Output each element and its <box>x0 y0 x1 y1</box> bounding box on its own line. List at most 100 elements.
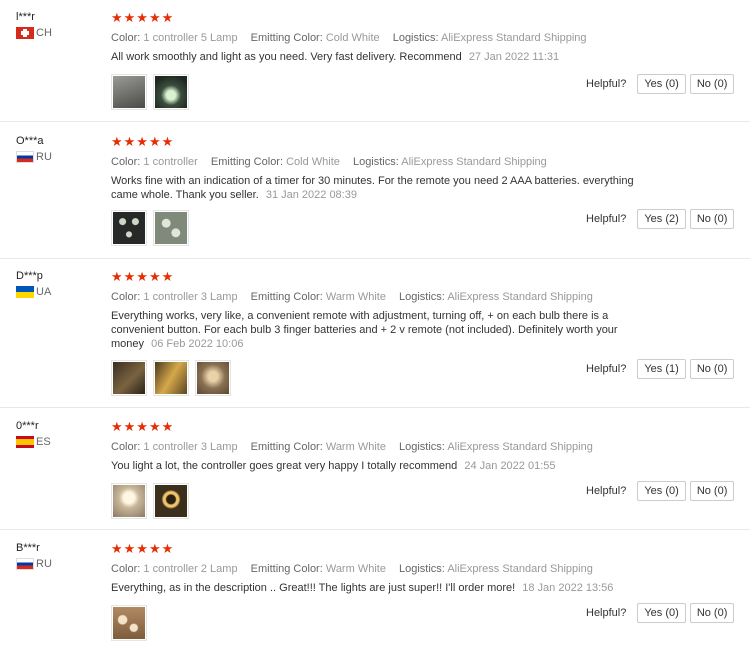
helpful-no-button[interactable]: No (0) <box>689 603 735 623</box>
reviewer-info: l***r CH <box>16 8 52 39</box>
helpful-votes: Helpful? Yes (0) No (0) <box>586 481 735 501</box>
review-item: l***r CH ★★★★★ Color: 1 controller 5 Lam… <box>0 0 750 122</box>
review-photo[interactable] <box>111 210 147 246</box>
review-attributes: Color: 1 controller Emitting Color: Cold… <box>111 155 641 169</box>
review-photo[interactable] <box>111 74 147 110</box>
helpful-yes-button[interactable]: Yes (0) <box>637 603 686 623</box>
helpful-label: Helpful? <box>586 485 627 497</box>
review-body: Works fine with an indication of a timer… <box>111 175 634 201</box>
helpful-yes-button[interactable]: Yes (0) <box>637 481 686 501</box>
logistics-value: AliExpress Standard Shipping <box>447 563 593 575</box>
flag-ch-icon <box>16 27 34 39</box>
emitting-color-label: Emitting Color: <box>250 32 323 44</box>
review-photos <box>111 210 641 246</box>
reviewer-name: l***r <box>16 11 35 23</box>
star-rating: ★★★★★ <box>111 419 175 434</box>
emitting-color-value: Warm White <box>325 441 386 453</box>
country-code: CH <box>36 27 52 39</box>
helpful-label: Helpful? <box>586 607 627 619</box>
review-date: 24 Jan 2022 01:55 <box>464 460 556 472</box>
reviewer-info: B***r RU <box>16 539 52 570</box>
review-photo[interactable] <box>111 483 147 519</box>
logistics-value: AliExpress Standard Shipping <box>447 291 593 303</box>
review-photo[interactable] <box>153 210 189 246</box>
emitting-color-value: Warm White <box>325 563 386 575</box>
photo-image <box>197 362 229 394</box>
color-label: Color: <box>111 156 141 168</box>
logistics-label: Logistics: <box>399 441 445 453</box>
helpful-no-button[interactable]: No (0) <box>689 481 735 501</box>
review-date: 31 Jan 2022 08:39 <box>265 189 357 201</box>
review-photo[interactable] <box>195 360 231 396</box>
helpful-label: Helpful? <box>586 78 627 90</box>
color-label: Color: <box>111 441 141 453</box>
review-text: Everything works, very like, a convenien… <box>111 309 639 351</box>
color-label: Color: <box>111 32 141 44</box>
review-content: ★★★★★ Color: 1 controller 3 Lamp Emittin… <box>111 417 641 519</box>
review-item: O***a RU ★★★★★ Color: 1 controller Emitt… <box>0 122 750 259</box>
star-rating: ★★★★★ <box>111 269 175 284</box>
reviewer-name: O***a <box>16 135 44 147</box>
color-value: 1 controller 3 Lamp <box>143 291 238 303</box>
helpful-votes: Helpful? Yes (0) No (0) <box>586 74 735 94</box>
review-content: ★★★★★ Color: 1 controller 5 Lamp Emittin… <box>111 8 641 110</box>
reviewer-name: B***r <box>16 542 40 554</box>
photo-image <box>113 76 145 108</box>
review-photo[interactable] <box>153 483 189 519</box>
logistics-label: Logistics: <box>399 291 445 303</box>
review-attributes: Color: 1 controller 2 Lamp Emitting Colo… <box>111 562 641 576</box>
color-label: Color: <box>111 563 141 575</box>
review-photo[interactable] <box>153 74 189 110</box>
helpful-label: Helpful? <box>586 363 627 375</box>
review-body: Everything, as in the description .. Gre… <box>111 582 516 594</box>
emitting-color-label: Emitting Color: <box>250 291 323 303</box>
emitting-color-label: Emitting Color: <box>210 156 284 168</box>
logistics-label: Logistics: <box>399 563 445 575</box>
review-text: You light a lot, the controller goes gre… <box>111 459 639 473</box>
flag-ua-icon <box>16 286 34 298</box>
photo-image <box>155 76 187 108</box>
helpful-no-button[interactable]: No (0) <box>689 209 735 229</box>
reviewer-name: 0***r <box>16 420 39 432</box>
reviewer-info: D***p UA <box>16 267 51 298</box>
emitting-color-label: Emitting Color: <box>250 441 323 453</box>
helpful-no-button[interactable]: No (0) <box>689 359 735 379</box>
logistics-value: AliExpress Standard Shipping <box>441 32 587 44</box>
helpful-votes: Helpful? Yes (0) No (0) <box>586 603 735 623</box>
review-date: 06 Feb 2022 10:06 <box>151 338 244 350</box>
helpful-votes: Helpful? Yes (2) No (0) <box>586 209 735 229</box>
helpful-yes-button[interactable]: Yes (0) <box>637 74 686 94</box>
helpful-yes-button[interactable]: Yes (2) <box>637 209 686 229</box>
emitting-color-value: Cold White <box>325 32 380 44</box>
review-content: ★★★★★ Color: 1 controller 3 Lamp Emittin… <box>111 267 641 396</box>
review-item: 0***r ES ★★★★★ Color: 1 controller 3 Lam… <box>0 408 750 530</box>
reviewer-country: ES <box>16 436 51 448</box>
country-code: ES <box>36 436 51 448</box>
helpful-yes-button[interactable]: Yes (1) <box>637 359 686 379</box>
review-date: 27 Jan 2022 11:31 <box>468 51 560 63</box>
reviewer-country: RU <box>16 151 52 163</box>
helpful-no-button[interactable]: No (0) <box>689 74 735 94</box>
photo-image <box>113 607 145 639</box>
photo-image <box>155 212 187 244</box>
review-item: B***r RU ★★★★★ Color: 1 controller 2 Lam… <box>0 530 750 655</box>
photo-image <box>155 362 187 394</box>
review-content: ★★★★★ Color: 1 controller 2 Lamp Emittin… <box>111 539 641 641</box>
photo-image <box>113 362 145 394</box>
photo-image <box>113 212 145 244</box>
star-rating: ★★★★★ <box>111 134 175 149</box>
reviewer-country: CH <box>16 27 52 39</box>
helpful-votes: Helpful? Yes (1) No (0) <box>586 359 735 379</box>
review-photo[interactable] <box>153 360 189 396</box>
flag-ru-icon <box>16 558 34 570</box>
logistics-value: AliExpress Standard Shipping <box>447 441 593 453</box>
review-attributes: Color: 1 controller 5 Lamp Emitting Colo… <box>111 31 641 45</box>
review-photo[interactable] <box>111 360 147 396</box>
star-rating: ★★★★★ <box>111 541 175 556</box>
review-photo[interactable] <box>111 605 147 641</box>
logistics-label: Logistics: <box>392 32 439 44</box>
reviewer-country: UA <box>16 286 51 298</box>
review-attributes: Color: 1 controller 3 Lamp Emitting Colo… <box>111 290 641 304</box>
review-photos <box>111 74 641 110</box>
logistics-value: AliExpress Standard Shipping <box>401 156 547 168</box>
